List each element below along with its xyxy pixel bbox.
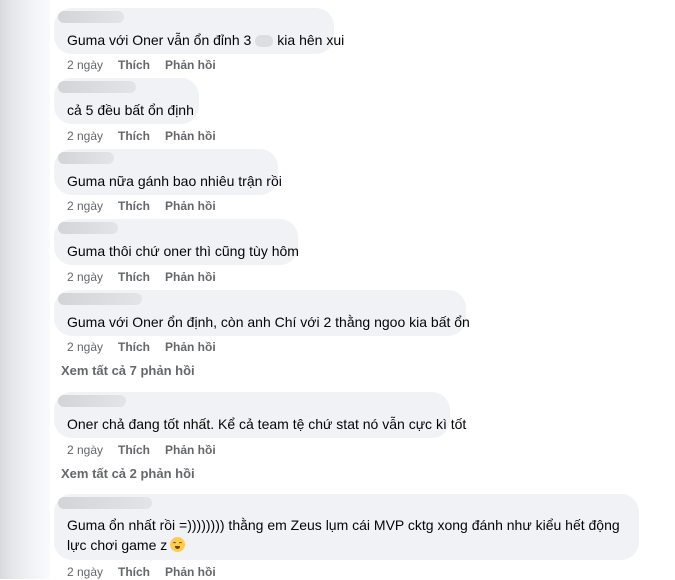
comment-text-part: kia hên xui bbox=[277, 32, 345, 48]
comment-item: Guma nữa gánh bao nhiêu trận rồi bbox=[54, 149, 282, 195]
comment-bubble: Guma nữa gánh bao nhiêu trận rồi bbox=[54, 149, 282, 195]
comment-bubble: cả 5 đều bất ổn định bbox=[54, 78, 199, 124]
comment-timestamp[interactable]: 2 ngày bbox=[67, 57, 118, 73]
comment-text: Guma thôi chứ oner thì cũng tùy hôm bbox=[67, 243, 299, 259]
comment-bubble: Guma với Oner ổn định, còn anh Chí với 2… bbox=[54, 290, 470, 336]
comment-item: cả 5 đều bất ổn định bbox=[54, 78, 199, 124]
comment-timestamp[interactable]: 2 ngày bbox=[67, 564, 118, 580]
comment-timestamp[interactable]: 2 ngày bbox=[67, 442, 118, 458]
comment-item: Guma với Oner vẫn ổn đỉnh 3 kia hên xui bbox=[54, 8, 344, 54]
comment-timestamp[interactable]: 2 ngày bbox=[67, 339, 118, 355]
redacted-author-name bbox=[58, 152, 114, 164]
comment-item: Guma thôi chứ oner thì cũng tùy hôm bbox=[54, 219, 299, 265]
comment-text-body: Guma ổn nhất rồi =)))))))) thằng em Zeus… bbox=[67, 517, 620, 553]
comment-bubble: Guma ổn nhất rồi =)))))))) thằng em Zeus… bbox=[54, 494, 639, 560]
comment-timestamp[interactable]: 2 ngày bbox=[67, 198, 118, 214]
comment-actions: 2 ngày Thích Phản hồi bbox=[67, 339, 216, 355]
redacted-author-name bbox=[58, 497, 152, 509]
like-button[interactable]: Thích bbox=[118, 442, 165, 458]
reply-button[interactable]: Phản hồi bbox=[165, 198, 216, 214]
like-button[interactable]: Thích bbox=[118, 198, 165, 214]
left-panel-strip bbox=[0, 0, 50, 579]
redacted-author-name bbox=[58, 222, 118, 234]
like-button[interactable]: Thích bbox=[118, 128, 165, 144]
comment-actions: 2 ngày Thích Phản hồi bbox=[67, 564, 216, 580]
comment-text: Guma ổn nhất rồi =)))))))) thằng em Zeus… bbox=[67, 515, 622, 555]
like-button[interactable]: Thích bbox=[118, 564, 165, 580]
grinning-squint-face-icon bbox=[170, 537, 186, 552]
reply-button[interactable]: Phản hồi bbox=[165, 269, 216, 285]
like-button[interactable]: Thích bbox=[118, 57, 165, 73]
comment-text: cả 5 đều bất ổn định bbox=[67, 102, 194, 118]
reply-button[interactable]: Phản hồi bbox=[165, 442, 216, 458]
comment-item: Guma với Oner ổn định, còn anh Chí với 2… bbox=[54, 290, 470, 336]
comment-text: Guma với Oner ổn định, còn anh Chí với 2… bbox=[67, 314, 470, 330]
comment-actions: 2 ngày Thích Phản hồi bbox=[67, 198, 216, 214]
view-all-replies-link[interactable]: Xem tất cả 2 phản hồi bbox=[61, 465, 195, 483]
comment-timestamp[interactable]: 2 ngày bbox=[67, 128, 118, 144]
comment-text-part: Guma với Oner vẫn ổn đỉnh 3 bbox=[67, 32, 252, 48]
comment-text: Oner chả đang tốt nhất. Kể cả team tệ ch… bbox=[67, 416, 467, 432]
redacted-word bbox=[255, 35, 274, 48]
reply-button[interactable]: Phản hồi bbox=[165, 128, 216, 144]
reply-button[interactable]: Phản hồi bbox=[165, 339, 216, 355]
comment-bubble: Guma với Oner vẫn ổn đỉnh 3 kia hên xui bbox=[54, 8, 344, 54]
redacted-author-name bbox=[58, 81, 136, 93]
reply-button[interactable]: Phản hồi bbox=[165, 57, 216, 73]
comment-text: Guma nữa gánh bao nhiêu trận rồi bbox=[67, 173, 282, 189]
redacted-author-name bbox=[58, 395, 126, 407]
redacted-author-name bbox=[58, 293, 142, 305]
comment-bubble: Guma thôi chứ oner thì cũng tùy hôm bbox=[54, 219, 299, 265]
comment-actions: 2 ngày Thích Phản hồi bbox=[67, 128, 216, 144]
view-all-replies-link[interactable]: Xem tất cả 7 phản hồi bbox=[61, 362, 195, 380]
comment-bubble: Oner chả đang tốt nhất. Kể cả team tệ ch… bbox=[54, 392, 466, 438]
comment-timestamp[interactable]: 2 ngày bbox=[67, 269, 118, 285]
like-button[interactable]: Thích bbox=[118, 269, 165, 285]
comment-item: Guma ổn nhất rồi =)))))))) thằng em Zeus… bbox=[54, 494, 639, 560]
redacted-author-name bbox=[58, 11, 124, 23]
like-button[interactable]: Thích bbox=[118, 339, 165, 355]
reply-button[interactable]: Phản hồi bbox=[165, 564, 216, 580]
comment-item: Oner chả đang tốt nhất. Kể cả team tệ ch… bbox=[54, 392, 466, 438]
comment-actions: 2 ngày Thích Phản hồi bbox=[67, 269, 216, 285]
comment-actions: 2 ngày Thích Phản hồi bbox=[67, 442, 216, 458]
comment-actions: 2 ngày Thích Phản hồi bbox=[67, 57, 216, 73]
comment-text: Guma với Oner vẫn ổn đỉnh 3 kia hên xui bbox=[67, 30, 344, 50]
